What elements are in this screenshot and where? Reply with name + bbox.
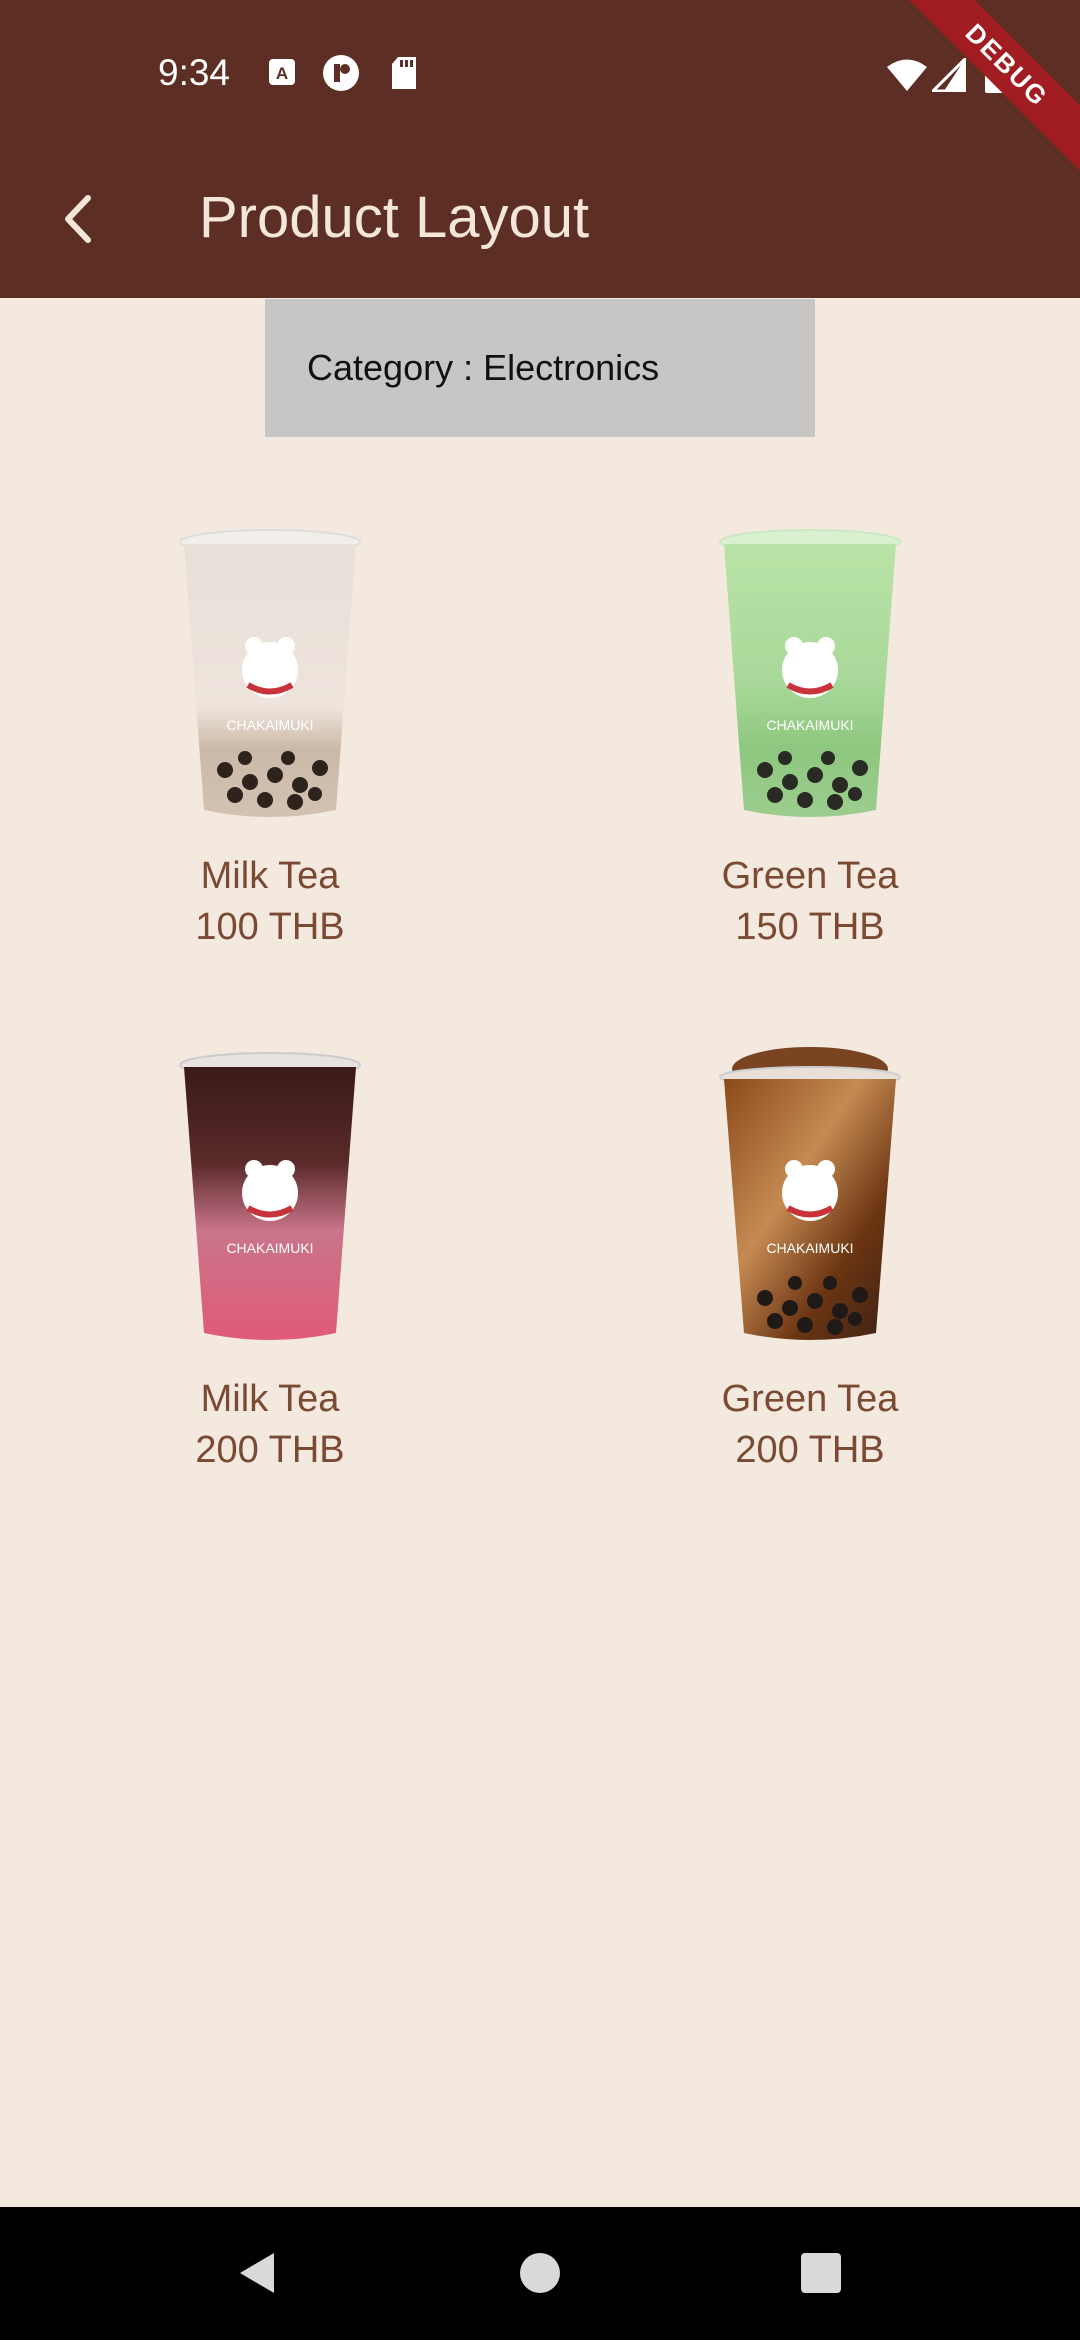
signal-icon: [932, 58, 966, 92]
pink-milk-tea-image: CHAKAIMUKI: [179, 1052, 361, 1340]
page-title: Product Layout: [199, 185, 590, 250]
status-bar: 9:34 A: [0, 0, 1080, 150]
cup-logo-text: CHAKAIMUKI: [226, 1240, 313, 1256]
product-name: Milk Tea: [200, 1378, 340, 1420]
product-card[interactable]: CHAKAIMUKI Milk Tea 100 THB: [90, 520, 450, 954]
cup-logo-text: CHAKAIMUKI: [226, 717, 313, 733]
app-bar: 9:34 A Product Layout DEBUG: [0, 0, 1080, 298]
system-nav-bar: [0, 2207, 1080, 2340]
sd-card-icon: [392, 57, 416, 89]
product-price: 100 THB: [195, 906, 345, 948]
wifi-icon: [887, 59, 927, 91]
product-card[interactable]: CHAKAIMUKI Milk Tea 200 THB: [90, 1043, 450, 1477]
category-label: Category : Electronics: [265, 299, 815, 437]
status-time: 9:34: [158, 52, 231, 93]
home-circle-icon[interactable]: [518, 2247, 562, 2299]
recents-square-icon[interactable]: [798, 2247, 844, 2299]
product-name: Green Tea: [721, 1378, 899, 1420]
product-price: 200 THB: [195, 1429, 345, 1471]
product-name: Green Tea: [721, 855, 899, 897]
product-price: 200 THB: [735, 1429, 885, 1471]
svg-text:A: A: [276, 64, 288, 83]
milk-tea-image: CHAKAIMUKI: [179, 529, 361, 817]
cup-logo-text: CHAKAIMUKI: [766, 717, 853, 733]
back-triangle-icon[interactable]: [232, 2247, 284, 2299]
app-icon: [323, 55, 359, 91]
cup-logo-text: CHAKAIMUKI: [766, 1240, 853, 1256]
back-arrow-icon[interactable]: [44, 184, 114, 254]
product-name: Milk Tea: [200, 855, 340, 897]
product-card[interactable]: CHAKAIMUKI Green Tea 200 THB: [630, 1043, 990, 1477]
brown-sugar-drink-image: CHAKAIMUKI: [719, 1047, 901, 1340]
autofill-icon: A: [269, 59, 295, 85]
product-card[interactable]: CHAKAIMUKI Green Tea 150 THB: [630, 520, 990, 954]
green-tea-image: CHAKAIMUKI: [719, 529, 901, 817]
product-price: 150 THB: [735, 906, 885, 948]
